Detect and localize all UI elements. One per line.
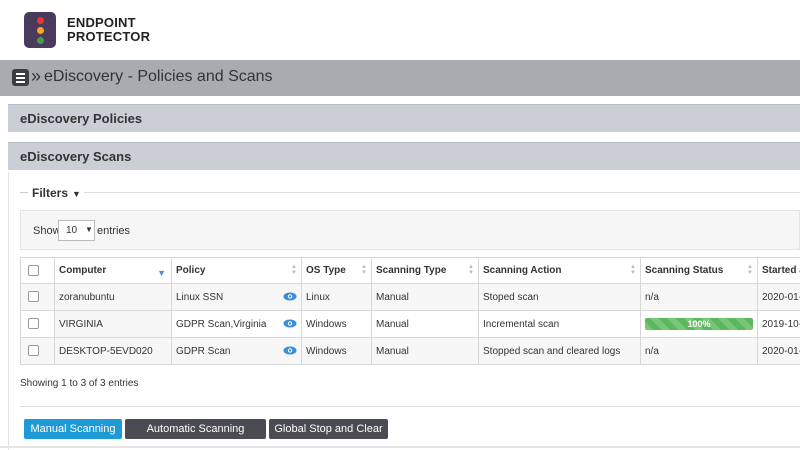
cell-scanning-status: n/a bbox=[640, 337, 758, 365]
row-checkbox[interactable] bbox=[28, 318, 39, 330]
divider bbox=[20, 192, 28, 193]
filters-toggle[interactable]: Filters ▼ bbox=[32, 186, 81, 200]
cell-policy: Linux SSN bbox=[171, 283, 302, 311]
select-all-checkbox[interactable] bbox=[28, 264, 39, 276]
cell-started-at: 2019-10-2 bbox=[757, 310, 800, 338]
divider bbox=[0, 446, 800, 448]
cell-scanning-type: Manual bbox=[371, 337, 479, 365]
column-header-scanning-type[interactable]: Scanning Type ▲ ▼ bbox=[371, 257, 479, 284]
column-header-computer[interactable]: Computer ▼ bbox=[54, 257, 172, 284]
column-header-started-at[interactable]: Started a bbox=[757, 257, 800, 284]
cell-computer: zoranubuntu bbox=[54, 283, 172, 311]
sort-desc-icon: ▼ bbox=[157, 268, 166, 278]
breadcrumb-separator: » bbox=[31, 66, 42, 86]
row-checkbox[interactable] bbox=[28, 291, 39, 303]
logo-bar: ENDPOINT PROTECTOR bbox=[0, 0, 800, 60]
select-arrow-icon: ▼ bbox=[85, 225, 93, 234]
traffic-light-logo-icon bbox=[24, 12, 56, 48]
scans-panel-header[interactable]: eDiscovery Scans bbox=[8, 142, 800, 170]
view-eye-icon[interactable] bbox=[283, 319, 297, 328]
automatic-scanning-button[interactable]: Automatic Scanning bbox=[125, 419, 266, 439]
select-all-cell bbox=[20, 257, 55, 284]
brand-line-2: PROTECTOR bbox=[67, 29, 151, 44]
divider bbox=[20, 406, 800, 407]
policies-panel-header[interactable]: eDiscovery Policies bbox=[8, 104, 800, 132]
menu-icon[interactable] bbox=[12, 69, 29, 86]
policies-panel-title: eDiscovery Policies bbox=[20, 111, 143, 126]
page-header: » eDiscovery - Policies and Scans bbox=[0, 60, 800, 96]
cell-policy: GDPR Scan,Virginia bbox=[171, 310, 302, 338]
table-info: Showing 1 to 3 of 3 entries bbox=[20, 378, 139, 389]
cell-scanning-action: Stopped scan and cleared logs bbox=[478, 337, 641, 365]
cell-os-type: Linux bbox=[301, 283, 372, 311]
table-row: DESKTOP-5EVD020 GDPR Scan Windows Manual… bbox=[20, 337, 800, 365]
view-eye-icon[interactable] bbox=[283, 292, 297, 301]
brand-name: ENDPOINT PROTECTOR bbox=[67, 16, 150, 44]
sort-icon: ▲ ▼ bbox=[747, 264, 753, 276]
cell-scanning-action: Incremental scan bbox=[478, 310, 641, 338]
cell-started-at: 2020-01-2 bbox=[757, 337, 800, 365]
scan-progress-bar: 100% bbox=[645, 318, 753, 330]
sort-icon: ▲ ▼ bbox=[291, 264, 297, 276]
table-header-row: Computer ▼ Policy ▲ ▼ OS Type ▲ ▼ Scanning Ty… bbox=[20, 257, 800, 284]
global-stop-and-clear-button[interactable]: Global Stop and Clear bbox=[269, 419, 388, 439]
cell-started-at: 2020-01-2 bbox=[757, 283, 800, 311]
cell-scanning-type: Manual bbox=[371, 283, 479, 311]
entries-label: entries bbox=[97, 225, 131, 237]
divider bbox=[84, 192, 800, 193]
sort-icon: ▲ ▼ bbox=[630, 264, 636, 276]
column-header-os-type[interactable]: OS Type ▲ ▼ bbox=[301, 257, 372, 284]
cell-scanning-status: 100% bbox=[640, 310, 758, 338]
column-header-policy[interactable]: Policy ▲ ▼ bbox=[171, 257, 302, 284]
entries-per-page-value: 10 bbox=[66, 225, 78, 236]
column-header-scanning-status[interactable]: Scanning Status ▲ ▼ bbox=[640, 257, 758, 284]
cell-scanning-type: Manual bbox=[371, 310, 479, 338]
scans-panel-title: eDiscovery Scans bbox=[20, 149, 132, 164]
table-length-bar: Show 10 ▼ entries bbox=[20, 210, 800, 250]
cell-os-type: Windows bbox=[301, 310, 372, 338]
chevron-down-icon: ▼ bbox=[72, 189, 81, 199]
cell-scanning-action: Stoped scan bbox=[478, 283, 641, 311]
cell-os-type: Windows bbox=[301, 337, 372, 365]
cell-scanning-status: n/a bbox=[640, 283, 758, 311]
manual-scanning-button[interactable]: Manual Scanning bbox=[24, 419, 122, 439]
brand-line-1: ENDPOINT bbox=[67, 15, 136, 30]
filters-label: Filters bbox=[32, 186, 69, 200]
page-title: eDiscovery - Policies and Scans bbox=[44, 68, 273, 85]
scans-table: Computer ▼ Policy ▲ ▼ OS Type ▲ ▼ Scanning Ty… bbox=[20, 257, 800, 365]
column-header-scanning-action[interactable]: Scanning Action ▲ ▼ bbox=[478, 257, 641, 284]
table-row: VIRGINIA GDPR Scan,Virginia Windows Manu… bbox=[20, 310, 800, 338]
show-label: Show bbox=[33, 225, 61, 237]
row-checkbox[interactable] bbox=[28, 345, 39, 357]
cell-policy: GDPR Scan bbox=[171, 337, 302, 365]
entries-per-page-select[interactable]: 10 ▼ bbox=[58, 220, 95, 241]
cell-computer: VIRGINIA bbox=[54, 310, 172, 338]
cell-computer: DESKTOP-5EVD020 bbox=[54, 337, 172, 365]
table-row: zoranubuntu Linux SSN Linux Manual Stope… bbox=[20, 283, 800, 311]
view-eye-icon[interactable] bbox=[283, 346, 297, 355]
sort-icon: ▲ ▼ bbox=[468, 264, 474, 276]
sort-icon: ▲ ▼ bbox=[361, 264, 367, 276]
